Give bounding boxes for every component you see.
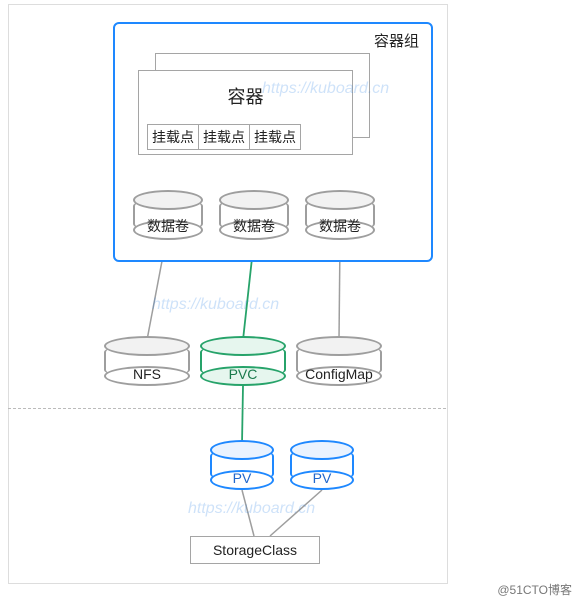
storageclass-box: StorageClass: [190, 536, 320, 564]
container-box: 容器 挂载点 挂载点 挂载点: [138, 70, 353, 155]
mount-point: 挂载点: [198, 124, 250, 150]
mount-points: 挂载点 挂载点 挂载点: [147, 124, 301, 150]
configmap-cylinder: ConfigMap: [296, 344, 382, 378]
volume-label: 数据卷: [219, 216, 289, 236]
pvc-cylinder: PVC: [200, 344, 286, 378]
volume-cylinder: 数据卷: [305, 198, 375, 232]
nfs-cylinder: NFS: [104, 344, 190, 378]
volume-label: 数据卷: [133, 216, 203, 236]
nfs-label: NFS: [104, 366, 190, 382]
attribution: @51CTO博客: [497, 581, 572, 598]
storageclass-label: StorageClass: [213, 542, 297, 558]
mount-point: 挂载点: [249, 124, 301, 150]
pvc-label: PVC: [200, 366, 286, 382]
pv-label: PV: [210, 470, 274, 486]
volume-cylinder: 数据卷: [133, 198, 203, 232]
pod-group-label: 容器组: [374, 30, 419, 51]
scope-separator: [8, 408, 446, 409]
pv-label: PV: [290, 470, 354, 486]
container-label: 容器: [139, 83, 352, 109]
pv-cylinder: PV: [290, 448, 354, 482]
volume-cylinder: 数据卷: [219, 198, 289, 232]
volume-label: 数据卷: [305, 216, 375, 236]
configmap-label: ConfigMap: [296, 366, 382, 382]
mount-point: 挂载点: [147, 124, 199, 150]
pv-cylinder: PV: [210, 448, 274, 482]
